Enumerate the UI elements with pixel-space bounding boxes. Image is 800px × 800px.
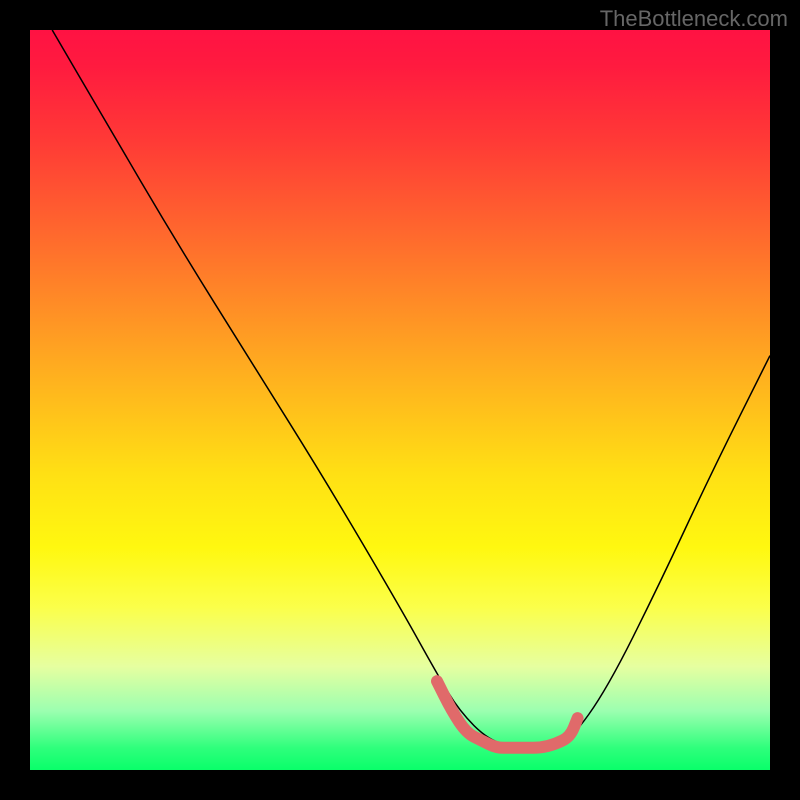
watermark-text: TheBottleneck.com: [600, 6, 788, 32]
chart-plot-area: [30, 30, 770, 770]
bottleneck-curve-line: [52, 30, 770, 748]
chart-curve-layer: [30, 30, 770, 770]
optimal-zone-marker-line: [437, 681, 578, 748]
